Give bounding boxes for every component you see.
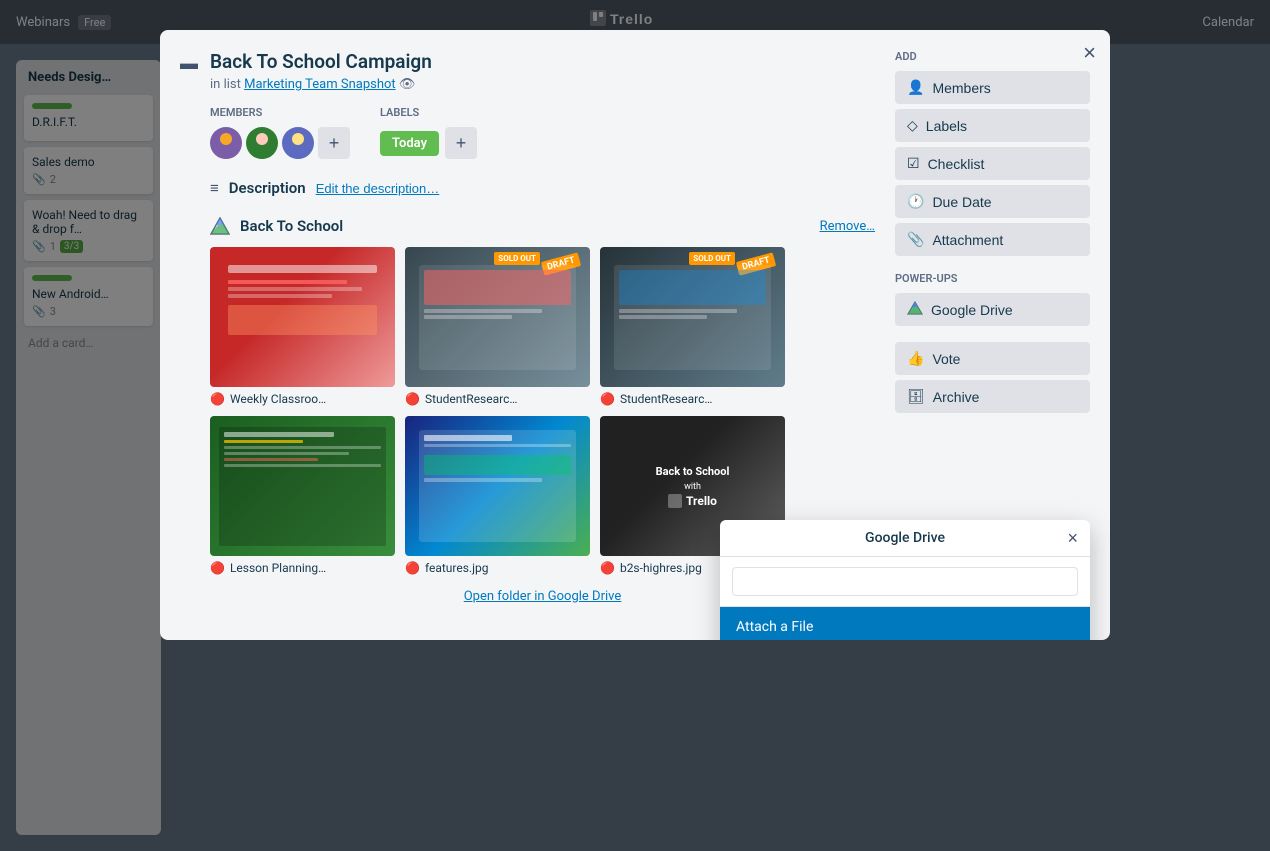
thumb-item-3[interactable]: 🔴 Lesson Planning… bbox=[210, 416, 395, 575]
due-date-sidebar-btn[interactable]: 🕐 Due Date bbox=[895, 185, 1090, 218]
labels-label: Labels bbox=[380, 106, 477, 119]
watch-icon: 👁 bbox=[399, 77, 416, 92]
modal-header: ▬ Back To School Campaign in list Market… bbox=[180, 50, 875, 92]
desc-header: ≡ Description Edit the description… bbox=[210, 179, 875, 197]
thumb-item-2[interactable]: DRAFT SOLD OUT 🔴 bbox=[600, 247, 785, 406]
due-date-btn-icon: 🕐 bbox=[907, 193, 924, 210]
power-ups-section: Power-Ups Google Drive bbox=[895, 272, 1090, 326]
labels-btn-icon: ◇ bbox=[907, 117, 918, 134]
members-label: Members bbox=[210, 106, 350, 119]
description-icon: ≡ bbox=[210, 179, 219, 197]
thumb-name-3: Lesson Planning… bbox=[230, 561, 326, 575]
thumb-name-4: features.jpg bbox=[425, 561, 489, 575]
thumb-img-3 bbox=[210, 416, 395, 556]
avatar-2[interactable] bbox=[246, 127, 278, 159]
gdrive-popup-title: Google Drive bbox=[865, 530, 945, 546]
gdrive-popup-header: Google Drive × bbox=[720, 520, 1090, 557]
gdrive-search-input[interactable] bbox=[732, 567, 1078, 596]
archive-btn-label: Archive bbox=[933, 389, 980, 405]
thumb-label-3: 🔴 Lesson Planning… bbox=[210, 561, 395, 575]
file-icon-2: 🔴 bbox=[600, 392, 615, 406]
gdrive-popup-search bbox=[720, 557, 1090, 607]
modal-subtitle: in list Marketing Team Snapshot 👁 bbox=[210, 77, 432, 92]
modal-overlay: × ▬ Back To School Campaign in list Mark… bbox=[0, 0, 1270, 851]
gdrive-section-icon bbox=[210, 217, 230, 235]
checklist-btn-label: Checklist bbox=[928, 156, 985, 172]
thumb-name-0: Weekly Classroo… bbox=[230, 392, 326, 406]
thumb-item-1[interactable]: DRAFT SOLD OUT 🔴 bbox=[405, 247, 590, 406]
edit-description-button[interactable]: Edit the description… bbox=[316, 181, 440, 196]
remove-attachment-link[interactable]: Remove… bbox=[820, 219, 875, 234]
modal-title-area: Back To School Campaign in list Marketin… bbox=[210, 50, 432, 92]
gdrive-btn-icon bbox=[907, 301, 923, 318]
description-section: ≡ Description Edit the description… bbox=[210, 179, 875, 197]
gdrive-popup-close-button[interactable]: × bbox=[1067, 528, 1078, 549]
card-modal: × ▬ Back To School Campaign in list Mark… bbox=[160, 30, 1110, 640]
thumb-label-0: 🔴 Weekly Classroo… bbox=[210, 392, 395, 406]
checklist-sidebar-btn[interactable]: ☑ Checklist bbox=[895, 147, 1090, 180]
thumb-label-1: 🔴 StudentResearc… bbox=[405, 392, 590, 406]
add-label-button[interactable]: + bbox=[445, 127, 477, 159]
today-label: Today bbox=[380, 131, 439, 156]
gdrive-popup: Google Drive × Attach a File Attach a Fo… bbox=[720, 520, 1090, 640]
avatar-1[interactable] bbox=[210, 127, 242, 159]
list-name-link[interactable]: Marketing Team Snapshot bbox=[244, 77, 396, 92]
attachment-btn-icon: 📎 bbox=[907, 231, 924, 248]
att-title: Back To School bbox=[240, 217, 343, 235]
desc-title: Description bbox=[229, 179, 306, 197]
labels-btn-label: Labels bbox=[926, 118, 967, 134]
members-btn-icon: 👤 bbox=[907, 79, 924, 96]
thumb-img-0 bbox=[210, 247, 395, 387]
power-ups-title: Power-Ups bbox=[895, 272, 1090, 285]
google-drive-sidebar-btn[interactable]: Google Drive bbox=[895, 293, 1090, 326]
avatar-3[interactable] bbox=[282, 127, 314, 159]
thumb-name-2: StudentResearc… bbox=[620, 392, 712, 406]
labels-sidebar-btn[interactable]: ◇ Labels bbox=[895, 109, 1090, 142]
members-section: Members + bbox=[210, 106, 350, 159]
thumb-img-2: DRAFT SOLD OUT bbox=[600, 247, 785, 387]
thumb-label-2: 🔴 StudentResearc… bbox=[600, 392, 785, 406]
in-list-text: in list bbox=[210, 77, 241, 92]
archive-btn-icon: 🗄 bbox=[907, 388, 925, 405]
checklist-btn-icon: ☑ bbox=[907, 155, 920, 172]
file-icon-0: 🔴 bbox=[210, 392, 225, 406]
file-icon-4: 🔴 bbox=[405, 561, 420, 575]
gdrive-btn-label: Google Drive bbox=[931, 302, 1013, 318]
vote-btn-label: Vote bbox=[932, 351, 960, 367]
file-icon-5: 🔴 bbox=[600, 561, 615, 575]
file-icon-1: 🔴 bbox=[405, 392, 420, 406]
att-header: Back To School Remove… bbox=[210, 217, 875, 235]
thumb-name-5: b2s-highres.jpg bbox=[620, 561, 702, 575]
attach-file-option[interactable]: Attach a File bbox=[720, 607, 1090, 640]
add-member-button[interactable]: + bbox=[318, 127, 350, 159]
avatars-row: + bbox=[210, 127, 350, 159]
thumb-item-4[interactable]: 🔴 features.jpg bbox=[405, 416, 590, 575]
vote-btn-icon: 👍 bbox=[907, 350, 924, 367]
thumb-img-1: DRAFT SOLD OUT bbox=[405, 247, 590, 387]
thumb-item-0[interactable]: 🔴 Weekly Classroo… bbox=[210, 247, 395, 406]
members-btn-label: Members bbox=[932, 80, 990, 96]
actions-section: 👍 Vote 🗄 Archive bbox=[895, 342, 1090, 413]
modal-card-title: Back To School Campaign bbox=[210, 50, 432, 73]
card-type-icon: ▬ bbox=[180, 53, 198, 74]
attachment-btn-label: Attachment bbox=[932, 232, 1003, 248]
thumb-label-4: 🔴 features.jpg bbox=[405, 561, 590, 575]
members-labels-row: Members + Label bbox=[210, 106, 875, 159]
vote-sidebar-btn[interactable]: 👍 Vote bbox=[895, 342, 1090, 375]
labels-section: Labels Today + bbox=[380, 106, 477, 159]
archive-sidebar-btn[interactable]: 🗄 Archive bbox=[895, 380, 1090, 413]
thumb-name-1: StudentResearc… bbox=[425, 392, 517, 406]
add-section-title: Add bbox=[895, 50, 1090, 63]
due-date-btn-label: Due Date bbox=[932, 194, 991, 210]
thumb-img-4 bbox=[405, 416, 590, 556]
attachment-sidebar-btn[interactable]: 📎 Attachment bbox=[895, 223, 1090, 256]
modal-close-button[interactable]: × bbox=[1083, 42, 1096, 64]
file-icon-3: 🔴 bbox=[210, 561, 225, 575]
members-sidebar-btn[interactable]: 👤 Members bbox=[895, 71, 1090, 104]
